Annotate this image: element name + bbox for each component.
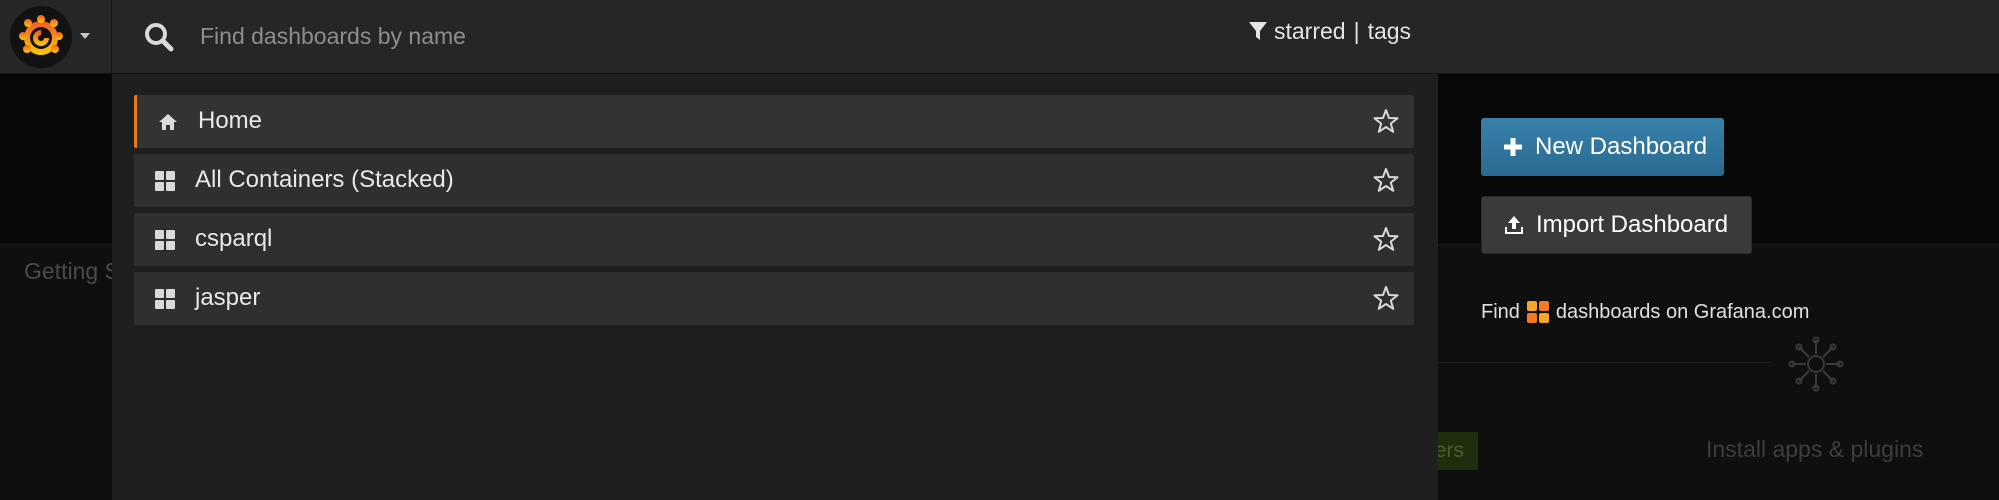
dashboard-grid-icon <box>155 289 175 309</box>
new-dashboard-button[interactable]: New Dashboard <box>1481 118 1724 176</box>
grafana-com-dashboards-link[interactable]: Find dashboards on Grafana.com <box>1481 300 1809 324</box>
caret-down-icon[interactable] <box>80 33 90 39</box>
filter-starred-link[interactable]: starred <box>1274 18 1346 45</box>
import-dashboard-label: Import Dashboard <box>1536 211 1729 238</box>
install-apps-plugins-link: Install apps & plugins <box>1706 436 1924 462</box>
find-suffix-text: dashboards on Grafana.com <box>1555 300 1810 323</box>
star-icon[interactable] <box>1372 107 1400 135</box>
search-result-label: jasper <box>195 284 261 311</box>
search-result-label: csparql <box>195 225 273 252</box>
filter-tags-link[interactable]: tags <box>1368 18 1411 45</box>
grafana-logo-icon[interactable] <box>10 6 72 68</box>
top-navbar: starred | tags <box>0 0 1999 74</box>
new-dashboard-label: New Dashboard <box>1535 133 1708 160</box>
search-result-jasper[interactable]: jasper <box>134 272 1414 325</box>
star-icon[interactable] <box>1372 166 1400 194</box>
search-filters: starred | tags <box>1248 16 1411 46</box>
plus-icon <box>1504 138 1522 156</box>
dashboard-grid-icon <box>155 230 175 250</box>
search-results-dropdown: Home All Containers (Stacked) csparql ja… <box>112 74 1438 500</box>
grafana-dashboards-icon <box>1526 301 1549 323</box>
plugins-icon <box>1788 336 1844 392</box>
search-icon <box>145 23 174 52</box>
search-result-label: Home <box>198 107 263 134</box>
find-prefix-text: Find <box>1481 300 1520 323</box>
home-icon <box>159 114 177 130</box>
filter-separator: | <box>1353 17 1360 44</box>
getting-started-heading: Getting S <box>24 258 120 284</box>
search-result-home[interactable]: Home <box>134 95 1414 148</box>
background-divider <box>1432 362 1772 363</box>
dashboard-search-input[interactable] <box>200 14 1100 58</box>
main-menu-toggle[interactable] <box>0 0 112 74</box>
filter-icon <box>1249 22 1267 40</box>
search-result-all-containers[interactable]: All Containers (Stacked) <box>134 154 1414 207</box>
dashboard-grid-icon <box>155 171 175 191</box>
search-result-label: All Containers (Stacked) <box>195 166 454 193</box>
star-icon[interactable] <box>1372 225 1400 253</box>
import-dashboard-button[interactable]: Import Dashboard <box>1481 196 1752 254</box>
star-icon[interactable] <box>1372 284 1400 312</box>
upload-icon <box>1505 216 1523 234</box>
search-result-csparql[interactable]: csparql <box>134 213 1414 266</box>
